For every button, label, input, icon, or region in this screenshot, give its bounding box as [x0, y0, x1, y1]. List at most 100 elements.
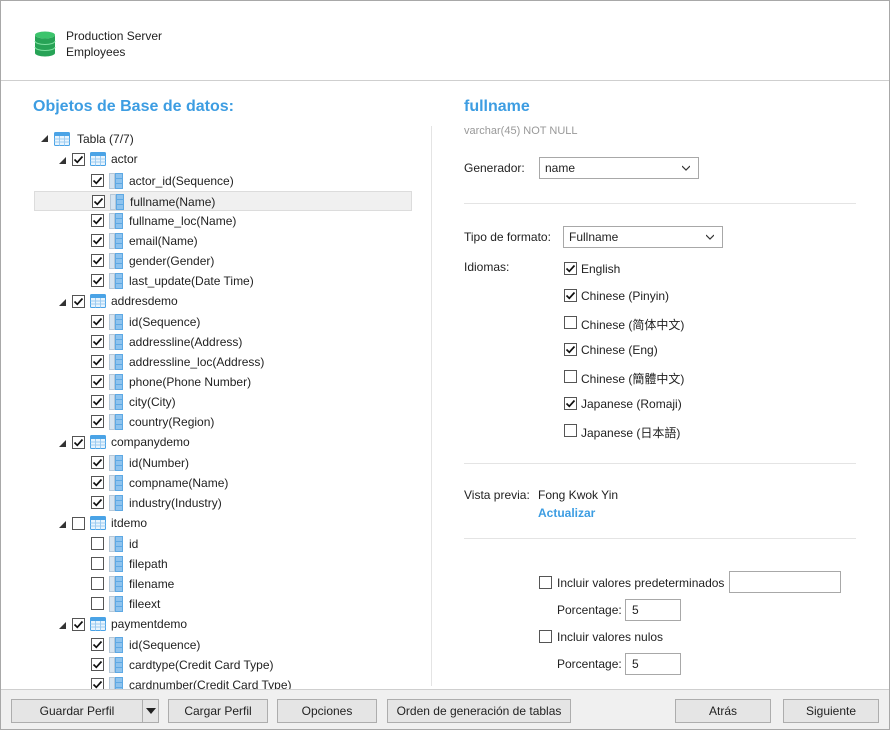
column-checkbox[interactable]: [91, 395, 104, 408]
tree-column[interactable]: fullname(Name): [34, 191, 412, 211]
database-icon: [34, 31, 56, 57]
column-checkbox[interactable]: [91, 375, 104, 388]
tree-column[interactable]: addressline_loc(Address): [34, 352, 412, 372]
column-checkbox[interactable]: [91, 234, 104, 247]
include-defaults-input[interactable]: [729, 571, 841, 593]
column-checkbox[interactable]: [91, 174, 104, 187]
column-checkbox[interactable]: [91, 658, 104, 671]
tree-column[interactable]: cardnumber(Credit Card Type): [34, 675, 412, 689]
language-checkbox[interactable]: [564, 397, 577, 410]
column-checkbox[interactable]: [91, 214, 104, 227]
percentage-input[interactable]: 5: [625, 599, 681, 621]
include-defaults-checkbox[interactable]: [539, 576, 552, 589]
next-button[interactable]: Siguiente: [783, 699, 879, 723]
column-icon: [109, 374, 123, 390]
expand-icon[interactable]: [41, 135, 48, 142]
column-checkbox[interactable]: [91, 537, 104, 550]
tree-column[interactable]: id(Sequence): [34, 312, 412, 332]
check-icon: [565, 291, 576, 300]
tree-column[interactable]: cardtype(Credit Card Type): [34, 655, 412, 675]
language-checkbox[interactable]: [564, 370, 577, 383]
language-checkbox[interactable]: [564, 424, 577, 437]
tree-column[interactable]: actor_id(Sequence): [34, 171, 412, 191]
column-icon: [109, 334, 123, 350]
table-checkbox[interactable]: [72, 295, 85, 308]
language-checkbox[interactable]: [564, 289, 577, 302]
language-label: Chinese (Pinyin): [581, 289, 670, 303]
column-checkbox[interactable]: [91, 496, 104, 509]
language-checkbox[interactable]: [564, 262, 577, 275]
tree-column[interactable]: city(City): [34, 392, 412, 412]
column-checkbox[interactable]: [91, 355, 104, 368]
header: Production Server Employees: [1, 1, 889, 81]
column-icon: [109, 455, 123, 471]
tree-table-itdemo[interactable]: itdemo: [34, 513, 412, 533]
column-checkbox[interactable]: [91, 678, 104, 689]
column-checkbox[interactable]: [91, 274, 104, 287]
tree-column[interactable]: fileext: [34, 594, 412, 614]
column-icon: [110, 194, 124, 210]
check-icon: [92, 640, 103, 649]
tree-column[interactable]: last_update(Date Time): [34, 271, 412, 291]
tree-column[interactable]: phone(Phone Number): [34, 372, 412, 392]
language-checkbox[interactable]: [564, 343, 577, 356]
column-checkbox[interactable]: [91, 476, 104, 489]
connection-name: Production Server: [66, 29, 163, 43]
save-profile-dropdown[interactable]: [142, 700, 158, 722]
column-checkbox[interactable]: [91, 597, 104, 610]
check-icon: [92, 176, 103, 185]
refresh-link[interactable]: Actualizar: [538, 506, 595, 520]
column-checkbox[interactable]: [91, 315, 104, 328]
column-checkbox[interactable]: [92, 195, 105, 208]
tree-table-addresdemo[interactable]: addresdemo: [34, 291, 412, 311]
column-icon: [109, 213, 123, 229]
column-checkbox[interactable]: [91, 254, 104, 267]
column-checkbox[interactable]: [91, 577, 104, 590]
column-checkbox[interactable]: [91, 456, 104, 469]
tree-column[interactable]: id: [34, 534, 412, 554]
generator-select[interactable]: name: [539, 157, 699, 179]
format-select[interactable]: Fullname: [563, 226, 723, 248]
tree-column[interactable]: email(Name): [34, 231, 412, 251]
check-icon: [93, 197, 104, 206]
tree-column[interactable]: id(Sequence): [34, 635, 412, 655]
tree-column[interactable]: industry(Industry): [34, 493, 412, 513]
table-checkbox[interactable]: [72, 618, 85, 631]
table-checkbox[interactable]: [72, 517, 85, 530]
options-button[interactable]: Opciones: [277, 699, 377, 723]
object-tree[interactable]: Tabla (7/7) actor actor_id(Sequence) fullna…: [34, 129, 414, 689]
column-checkbox[interactable]: [91, 638, 104, 651]
percentage-input[interactable]: 5: [625, 653, 681, 675]
tree-label: email(Name): [129, 234, 198, 248]
tree-column[interactable]: country(Region): [34, 412, 412, 432]
tree-column[interactable]: fullname_loc(Name): [34, 211, 412, 231]
expand-icon[interactable]: [59, 622, 66, 629]
expand-icon[interactable]: [59, 299, 66, 306]
include-nulls-checkbox[interactable]: [539, 630, 552, 643]
tree-table-paymentdemo[interactable]: paymentdemo: [34, 614, 412, 634]
column-icon: [109, 414, 123, 430]
tree-table-actor[interactable]: actor: [34, 149, 412, 169]
table-checkbox[interactable]: [72, 153, 85, 166]
table-icon: [90, 294, 106, 308]
table-order-button[interactable]: Orden de generación de tablas: [387, 699, 571, 723]
tree-column[interactable]: gender(Gender): [34, 251, 412, 271]
language-checkbox[interactable]: [564, 316, 577, 329]
column-checkbox[interactable]: [91, 335, 104, 348]
column-checkbox[interactable]: [91, 557, 104, 570]
tree-column[interactable]: addressline(Address): [34, 332, 412, 352]
column-checkbox[interactable]: [91, 415, 104, 428]
tree-column[interactable]: id(Number): [34, 453, 412, 473]
back-button[interactable]: Atrás: [675, 699, 771, 723]
tree-column[interactable]: filename: [34, 574, 412, 594]
expand-icon[interactable]: [59, 157, 66, 164]
expand-icon[interactable]: [59, 440, 66, 447]
tree-table-companydemo[interactable]: companydemo: [34, 432, 412, 452]
load-profile-button[interactable]: Cargar Perfil: [168, 699, 268, 723]
tree-root[interactable]: Tabla (7/7): [34, 129, 412, 149]
expand-icon[interactable]: [59, 521, 66, 528]
tree-column[interactable]: filepath: [34, 554, 412, 574]
save-profile-button[interactable]: Guardar Perfil: [11, 699, 159, 723]
table-checkbox[interactable]: [72, 436, 85, 449]
tree-column[interactable]: compname(Name): [34, 473, 412, 493]
